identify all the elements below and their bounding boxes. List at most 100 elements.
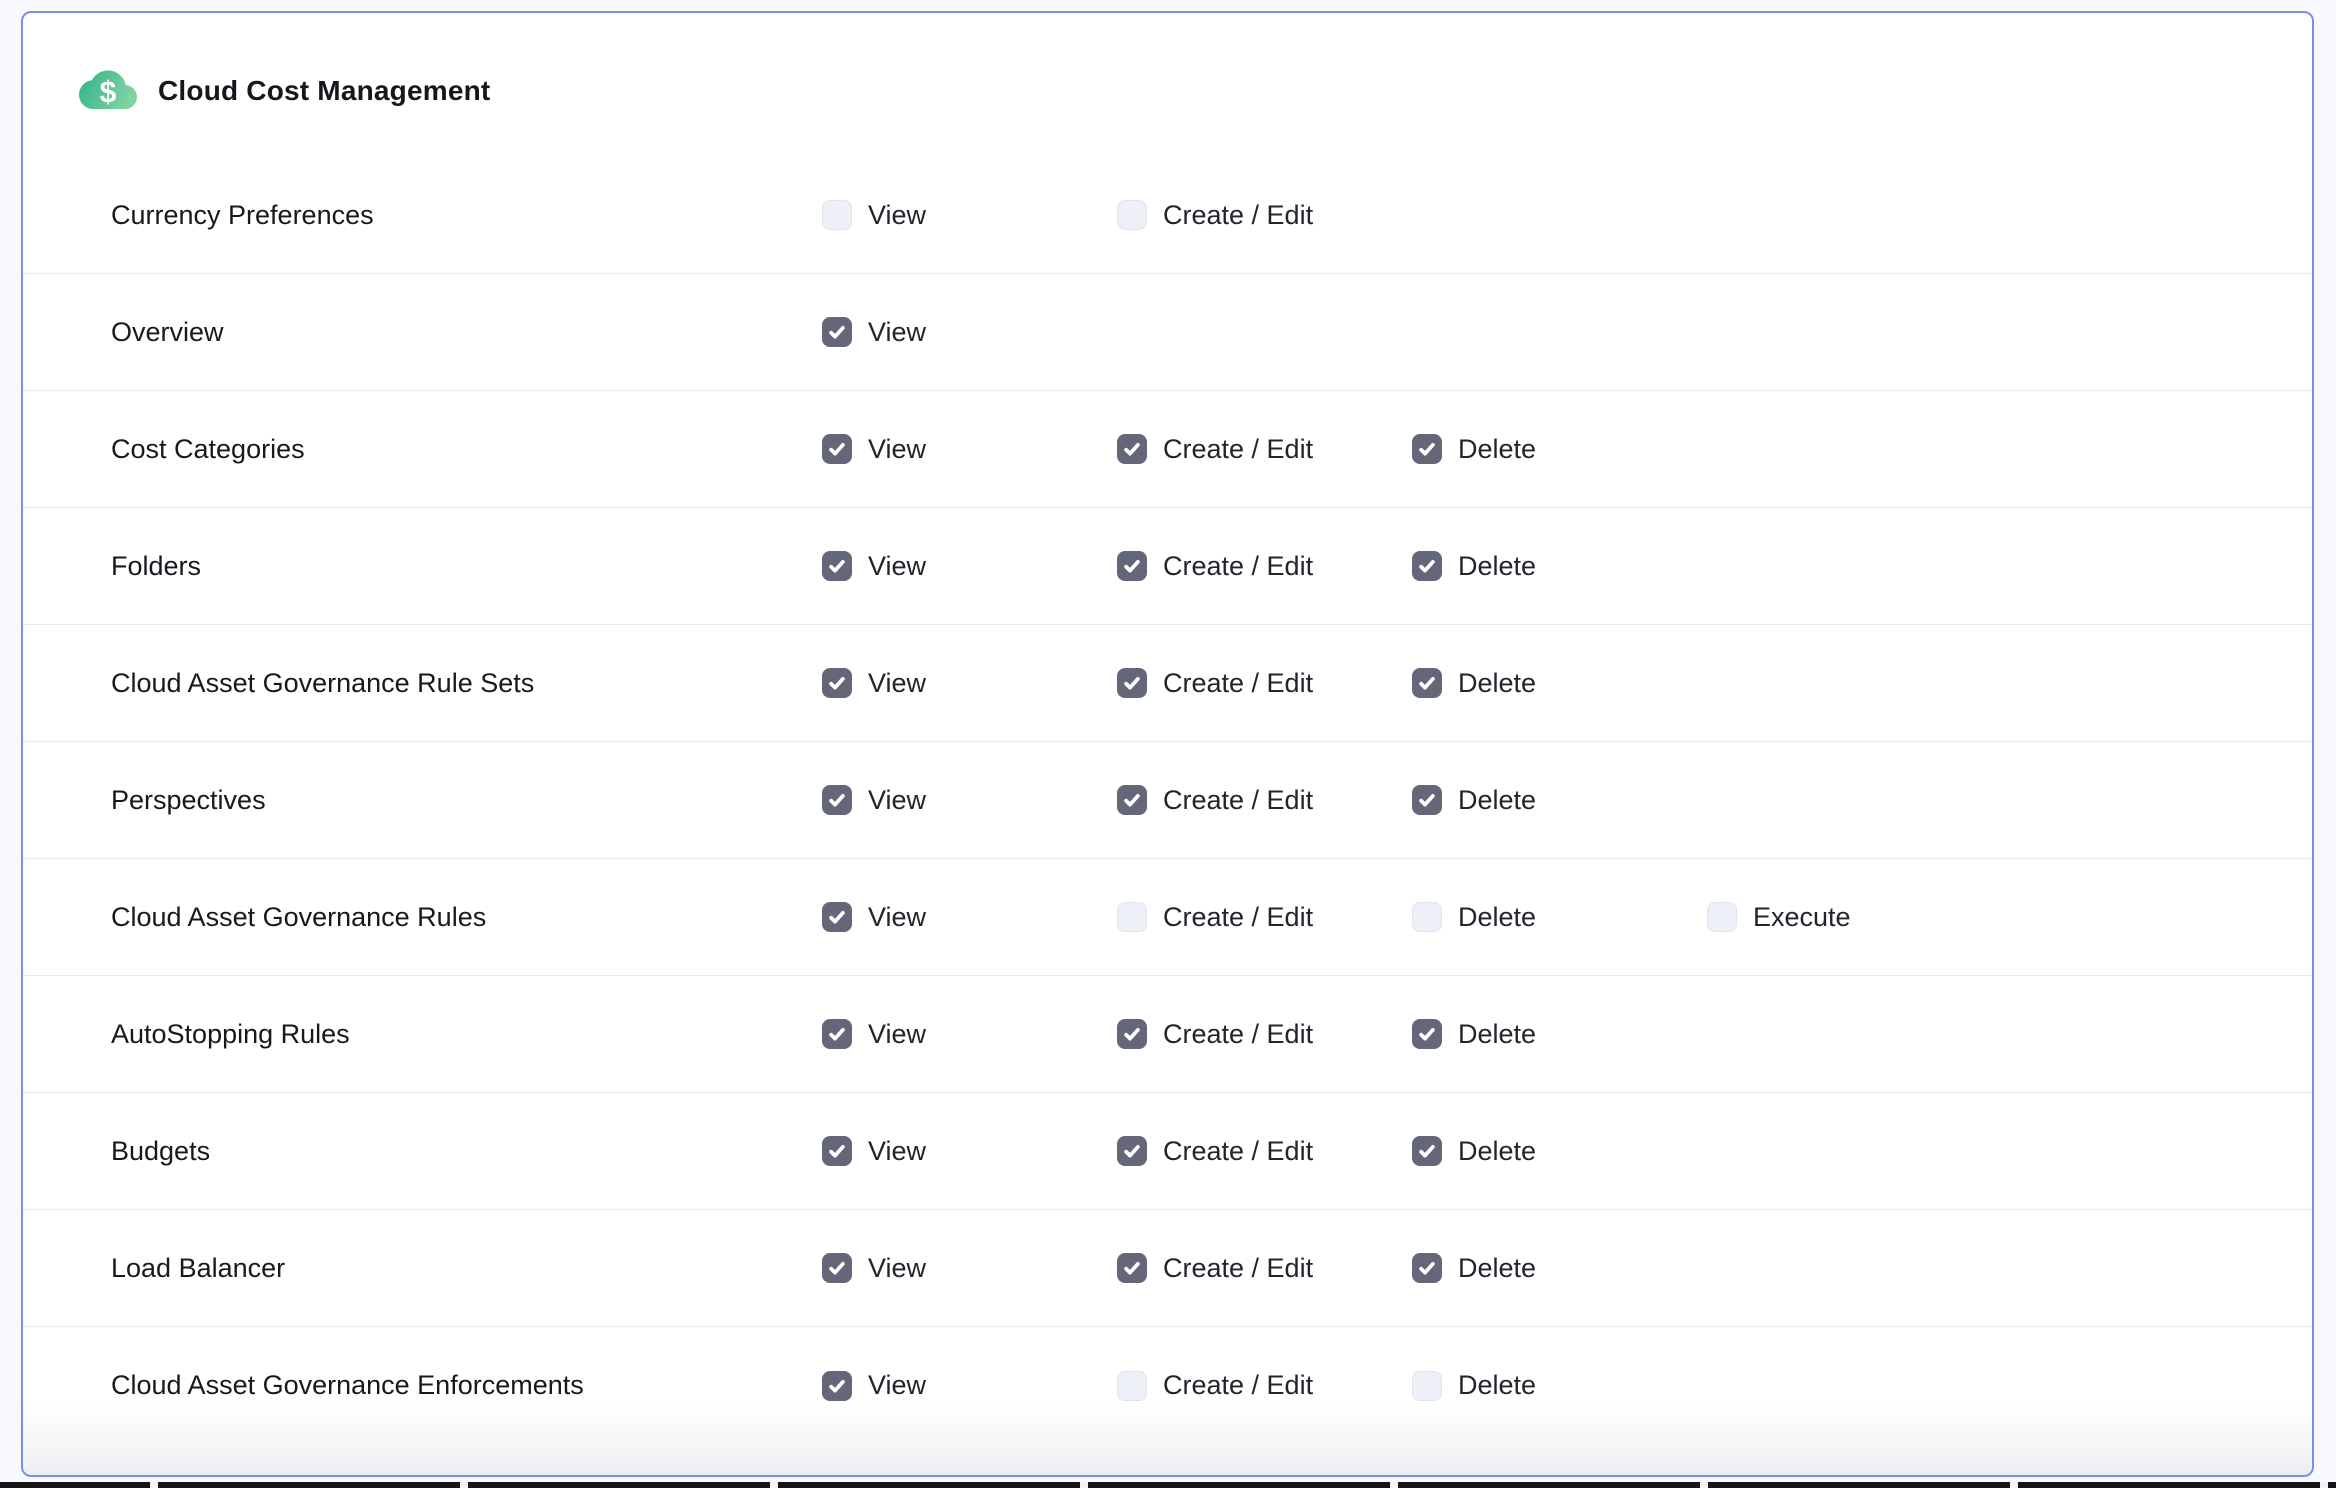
permission-cell: Create / Edit	[1117, 1019, 1412, 1050]
cloud-dollar-icon: $	[79, 64, 137, 118]
delete-label: Delete	[1458, 1253, 1536, 1284]
view-checkbox[interactable]	[822, 317, 852, 347]
view-label: View	[868, 902, 926, 933]
view-label: View	[868, 551, 926, 582]
permission-cell: Create / Edit	[1117, 1253, 1412, 1284]
execute-checkbox[interactable]	[1707, 902, 1737, 932]
permission-cell: Delete	[1412, 551, 1707, 582]
view-checkbox[interactable]	[822, 551, 852, 581]
checkmark-icon	[827, 673, 847, 693]
delete-label: Delete	[1458, 902, 1536, 933]
create-edit-checkbox[interactable]	[1117, 1371, 1147, 1401]
permission-cell: View	[822, 785, 1117, 816]
resource-label: Cost Categories	[111, 434, 822, 465]
view-checkbox[interactable]	[822, 785, 852, 815]
create-edit-checkbox[interactable]	[1117, 785, 1147, 815]
permission-cell: Delete	[1412, 1253, 1707, 1284]
create-edit-checkbox[interactable]	[1117, 434, 1147, 464]
create-edit-checkbox[interactable]	[1117, 1253, 1147, 1283]
permission-cell: Delete	[1412, 785, 1707, 816]
permission-row-cloud-asset-governance-rules: Cloud Asset Governance Rules View Create…	[23, 859, 2312, 976]
view-checkbox[interactable]	[822, 1019, 852, 1049]
permission-cell: Create / Edit	[1117, 668, 1412, 699]
delete-checkbox[interactable]	[1412, 1136, 1442, 1166]
permission-row-cloud-asset-governance-enforcements: Cloud Asset Governance Enforcements View…	[23, 1327, 2312, 1444]
checkmark-icon	[827, 1141, 847, 1161]
permission-row-budgets: Budgets View Create / Edit Delete	[23, 1093, 2312, 1210]
checkmark-icon	[1122, 1141, 1142, 1161]
resource-label: Cloud Asset Governance Enforcements	[111, 1370, 822, 1401]
permission-cell: Delete	[1412, 1136, 1707, 1167]
create-edit-checkbox[interactable]	[1117, 551, 1147, 581]
checkmark-icon	[827, 556, 847, 576]
checkmark-icon	[1122, 1258, 1142, 1278]
page-title: Cloud Cost Management	[158, 75, 490, 107]
view-checkbox[interactable]	[822, 200, 852, 230]
view-checkbox[interactable]	[822, 668, 852, 698]
delete-checkbox[interactable]	[1412, 551, 1442, 581]
create-edit-checkbox[interactable]	[1117, 668, 1147, 698]
create-edit-checkbox[interactable]	[1117, 1019, 1147, 1049]
permission-cell: View	[822, 1136, 1117, 1167]
checkmark-icon	[827, 790, 847, 810]
delete-checkbox[interactable]	[1412, 668, 1442, 698]
execute-label: Execute	[1753, 902, 1851, 933]
permission-cell: View	[822, 668, 1117, 699]
view-label: View	[868, 317, 926, 348]
view-checkbox[interactable]	[822, 1371, 852, 1401]
delete-checkbox[interactable]	[1412, 1019, 1442, 1049]
create-edit-checkbox[interactable]	[1117, 1136, 1147, 1166]
permission-cell: Create / Edit	[1117, 1136, 1412, 1167]
create-edit-label: Create / Edit	[1163, 1253, 1313, 1284]
checkmark-icon	[1122, 673, 1142, 693]
permission-cell: Create / Edit	[1117, 785, 1412, 816]
permission-cell: View	[822, 200, 1117, 231]
checkmark-icon	[1417, 439, 1437, 459]
permission-cell: Delete	[1412, 434, 1707, 465]
resource-label: Cloud Asset Governance Rule Sets	[111, 668, 822, 699]
permission-row-autostopping-rules: AutoStopping Rules View Create / Edit De…	[23, 976, 2312, 1093]
view-label: View	[868, 1019, 926, 1050]
view-label: View	[868, 668, 926, 699]
checkmark-icon	[1122, 790, 1142, 810]
permission-cell: View	[822, 434, 1117, 465]
view-checkbox[interactable]	[822, 434, 852, 464]
checkmark-icon	[1417, 1141, 1437, 1161]
create-edit-label: Create / Edit	[1163, 1370, 1313, 1401]
checkmark-icon	[1122, 556, 1142, 576]
view-label: View	[868, 434, 926, 465]
permission-cell: Create / Edit	[1117, 551, 1412, 582]
permission-cell: View	[822, 902, 1117, 933]
delete-checkbox[interactable]	[1412, 434, 1442, 464]
clipped-content-strip	[0, 1482, 2336, 1488]
delete-checkbox[interactable]	[1412, 785, 1442, 815]
delete-checkbox[interactable]	[1412, 1253, 1442, 1283]
delete-label: Delete	[1458, 785, 1536, 816]
checkmark-icon	[827, 439, 847, 459]
delete-checkbox[interactable]	[1412, 902, 1442, 932]
create-edit-checkbox[interactable]	[1117, 200, 1147, 230]
create-edit-label: Create / Edit	[1163, 551, 1313, 582]
permission-cell: Delete	[1412, 902, 1707, 933]
permission-row-load-balancer: Load Balancer View Create / Edit Delete	[23, 1210, 2312, 1327]
create-edit-label: Create / Edit	[1163, 785, 1313, 816]
resource-label: Perspectives	[111, 785, 822, 816]
view-checkbox[interactable]	[822, 902, 852, 932]
checkmark-icon	[827, 1258, 847, 1278]
create-edit-label: Create / Edit	[1163, 200, 1313, 231]
create-edit-checkbox[interactable]	[1117, 902, 1147, 932]
view-label: View	[868, 1136, 926, 1167]
checkmark-icon	[1122, 439, 1142, 459]
resource-label: Folders	[111, 551, 822, 582]
view-checkbox[interactable]	[822, 1253, 852, 1283]
permission-cell: Create / Edit	[1117, 902, 1412, 933]
permission-cell: Delete	[1412, 1019, 1707, 1050]
view-checkbox[interactable]	[822, 1136, 852, 1166]
permission-row-currency-preferences: Currency Preferences View Create / Edit	[23, 157, 2312, 274]
delete-checkbox[interactable]	[1412, 1371, 1442, 1401]
permission-cell: Create / Edit	[1117, 434, 1412, 465]
permission-cell: Create / Edit	[1117, 1370, 1412, 1401]
create-edit-label: Create / Edit	[1163, 902, 1313, 933]
delete-label: Delete	[1458, 551, 1536, 582]
view-label: View	[868, 1370, 926, 1401]
